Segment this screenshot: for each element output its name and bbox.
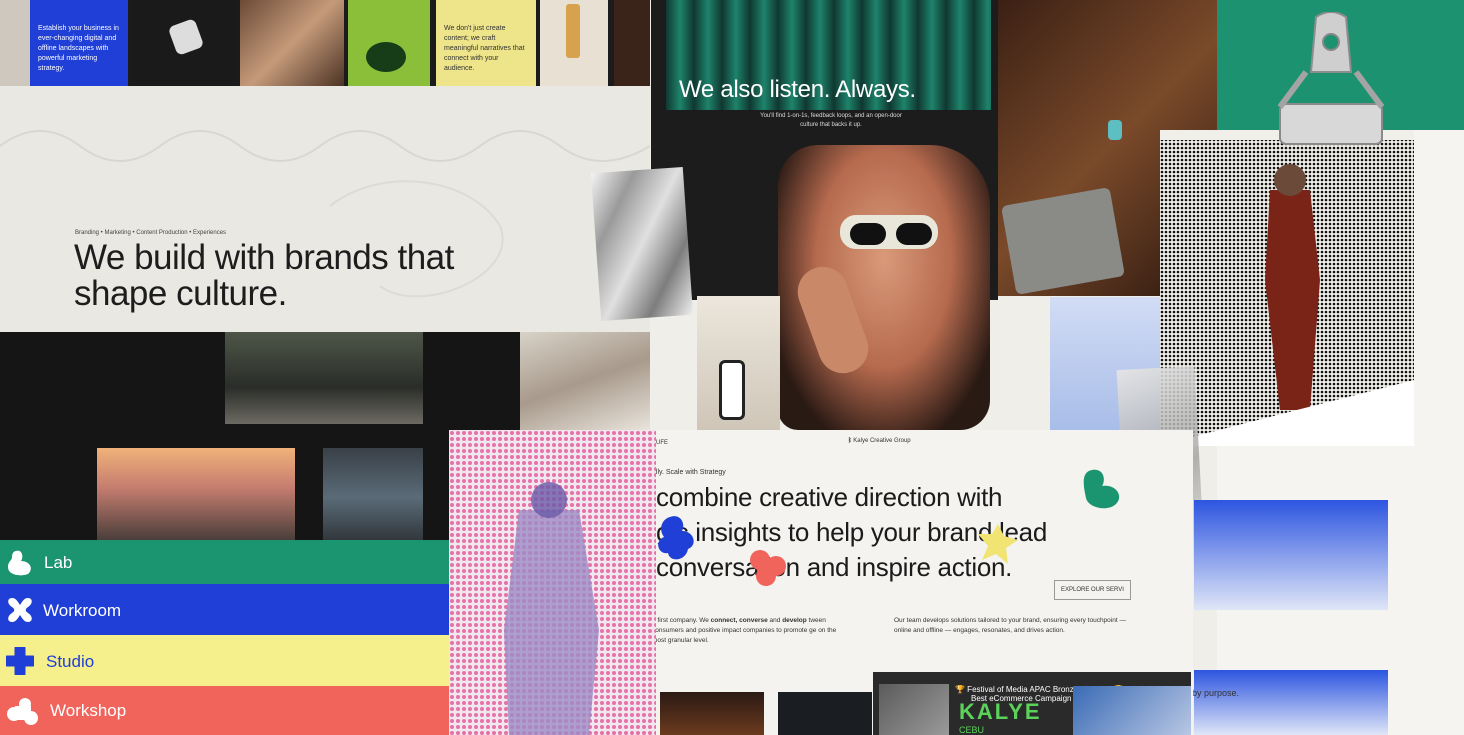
sunset-group-photo — [97, 448, 295, 547]
blue-blob-icon — [658, 516, 694, 560]
category-lab-label: Lab — [44, 553, 73, 572]
yellow-blob-icon — [978, 524, 1018, 564]
studio-plus-icon — [6, 647, 34, 675]
category-workshop-label: Workshop — [50, 701, 127, 720]
nav-fragment[interactable]: UFE — [656, 440, 668, 446]
hero-title-line2: shape culture. — [74, 274, 287, 313]
brand-logo[interactable]: ᛒ Kalye Creative Group — [848, 438, 911, 444]
tile-blue-card: Establish your business in ever-changing… — [30, 0, 128, 86]
hero-title: We build with brands that shape culture. — [74, 240, 454, 312]
brand-name: Kalye Creative Group — [853, 438, 911, 444]
category-workroom[interactable]: Workroom — [0, 584, 449, 635]
coral-blob-icon — [750, 550, 786, 586]
category-lab[interactable]: Lab — [0, 540, 449, 584]
airport-board-photo — [323, 448, 423, 547]
photo-tile-matcha — [348, 0, 430, 86]
tile-yellow-text: We don't just create content; we craft m… — [444, 25, 525, 72]
purpose-text: by purpose. — [1192, 688, 1240, 698]
listen-title: We also listen. Always. — [679, 76, 916, 103]
green-blob-icon — [1083, 469, 1120, 509]
top-image-strip: Establish your business in ever-changing… — [0, 0, 650, 86]
award-banner: 🏆 Festival of Media APAC Bronze Awardee … — [873, 672, 1191, 735]
kalye-logo: KALYE — [959, 699, 1042, 724]
headline-line2: gic insights to help your brand lead — [656, 517, 1048, 547]
singer-photo-card — [1160, 130, 1414, 446]
paragraph-left-bold2: develop — [782, 617, 807, 624]
hero-title-line1: We build with brands that — [74, 238, 454, 277]
paragraph-left-bold1: connect, converse — [710, 617, 768, 624]
blue-gradient-block-lower — [1194, 670, 1388, 735]
tile-yellow-card: We don't just create content; we craft m… — [436, 0, 536, 86]
street-crowd-photo — [225, 332, 423, 424]
sunglasses-icon — [840, 215, 938, 249]
award-photo-right — [1073, 686, 1191, 735]
photo-tile-device — [134, 0, 234, 86]
kicker-text: ally. Scale with Strategy — [652, 469, 726, 476]
paragraph-left: e first company. We connect, converse an… — [652, 616, 842, 646]
explore-services-button[interactable]: EXPLORE OUR SERVI — [1054, 580, 1131, 600]
fashion-shoot-photo — [520, 332, 650, 430]
paragraph-left-pre: e first company. We — [652, 617, 711, 624]
workshop-cluster-icon — [7, 698, 38, 725]
sunglasses-portrait-photo — [778, 145, 990, 430]
paragraph-left-mid: and — [767, 617, 783, 624]
tile-blue-text: Establish your business in ever-changing… — [38, 25, 119, 72]
photo-tile-hands — [240, 0, 344, 86]
singer-halftone — [1160, 140, 1414, 446]
blue-gradient-block — [1194, 500, 1388, 610]
binder-clip-icon — [1276, 12, 1386, 150]
category-workroom-label: Workroom — [43, 601, 122, 620]
workroom-x-icon — [8, 598, 32, 622]
hero-tags: Branding • Marketing • Content Productio… — [75, 230, 227, 236]
category-studio[interactable]: Studio — [0, 635, 449, 686]
photo-tile — [0, 0, 30, 86]
listen-subtitle: You'll find 1-on-1s, feedback loops, and… — [760, 113, 902, 128]
award-photo — [879, 684, 949, 735]
photo-tile — [614, 0, 650, 86]
category-studio-label: Studio — [46, 652, 95, 671]
paragraph-right: Our team develops solutions tailored to … — [894, 617, 1126, 634]
kalye-sub: CEBU — [959, 725, 985, 735]
halftone-figure-photo — [449, 430, 656, 735]
photo-tile-products — [540, 0, 608, 86]
category-workshop[interactable]: Workshop — [0, 686, 449, 735]
kid-photo — [697, 296, 780, 430]
hero-section: Branding • Marketing • Content Productio… — [0, 86, 650, 332]
dark-photo-area — [0, 332, 520, 547]
lab-blob-icon — [8, 550, 31, 576]
screens-photo — [778, 692, 872, 735]
fire-photo — [660, 692, 764, 735]
foil-tape-decoration — [590, 166, 694, 322]
